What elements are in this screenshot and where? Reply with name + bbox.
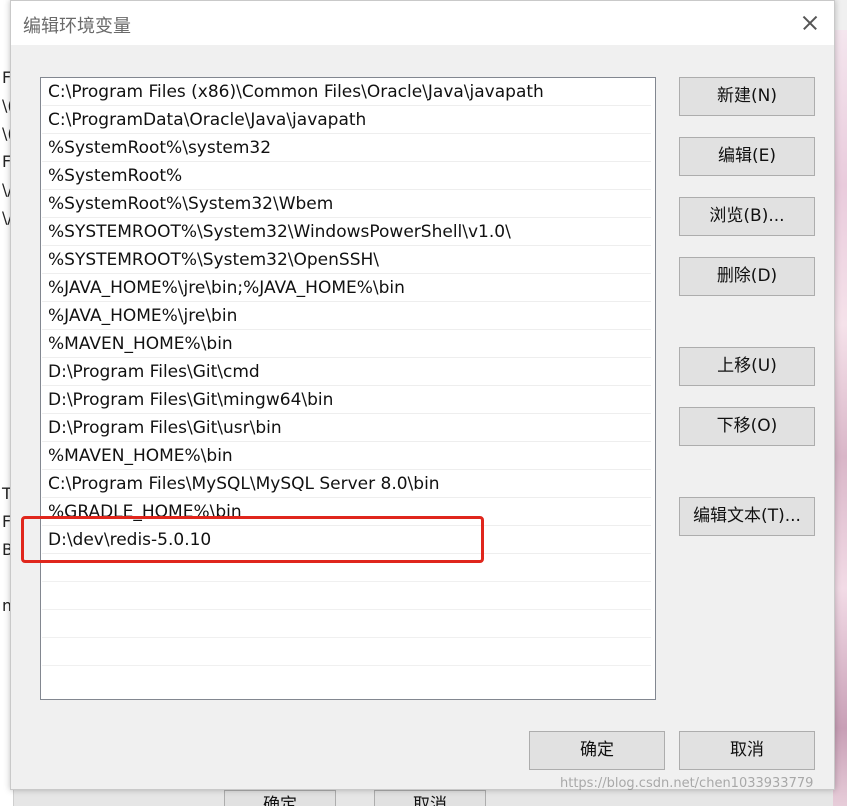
edit-text-button[interactable]: 编辑文本(T)... <box>679 497 815 536</box>
list-item[interactable]: D:\dev\redis-5.0.10 <box>42 526 651 554</box>
list-item[interactable]: %SYSTEMROOT%\System32\WindowsPowerShell\… <box>42 218 651 246</box>
delete-button[interactable]: 删除(D) <box>679 257 815 296</box>
new-button[interactable]: 新建(N) <box>679 77 815 116</box>
list-item[interactable]: %GRADLE_HOME%\bin <box>42 498 651 526</box>
list-item[interactable]: C:\Program Files\MySQL\MySQL Server 8.0\… <box>42 470 651 498</box>
browse-button[interactable]: 浏览(B)... <box>679 197 815 236</box>
list-item[interactable]: %SystemRoot%\System32\Wbem <box>42 190 651 218</box>
empty-row <box>42 638 651 666</box>
list-item[interactable]: C:\Program Files (x86)\Common Files\Orac… <box>42 78 651 106</box>
edit-button[interactable]: 编辑(E) <box>679 137 815 176</box>
desktop-wallpaper <box>833 30 847 806</box>
edit-env-var-dialog: 编辑环境变量 C:\Program Files (x86)\Common Fil… <box>10 0 835 790</box>
empty-row <box>42 610 651 638</box>
list-item[interactable]: D:\Program Files\Git\mingw64\bin <box>42 386 651 414</box>
dialog-title: 编辑环境变量 <box>23 16 131 37</box>
empty-row <box>42 582 651 610</box>
list-item[interactable]: D:\Program Files\Git\usr\bin <box>42 414 651 442</box>
list-item[interactable]: %JAVA_HOME%\jre\bin;%JAVA_HOME%\bin <box>42 274 651 302</box>
empty-row <box>42 554 651 582</box>
list-item[interactable]: %MAVEN_HOME%\bin <box>42 330 651 358</box>
list-item[interactable]: %SYSTEMROOT%\System32\OpenSSH\ <box>42 246 651 274</box>
move-down-button[interactable]: 下移(O) <box>679 407 815 446</box>
path-list[interactable]: C:\Program Files (x86)\Common Files\Orac… <box>40 77 656 700</box>
list-item[interactable]: %SystemRoot% <box>42 162 651 190</box>
move-up-button[interactable]: 上移(U) <box>679 347 815 386</box>
list-item[interactable]: %JAVA_HOME%\jre\bin <box>42 302 651 330</box>
background-cancel-button: 取消 <box>374 790 486 806</box>
list-item[interactable]: %MAVEN_HOME%\bin <box>42 442 651 470</box>
cancel-button[interactable]: 取消 <box>679 731 815 770</box>
ok-button[interactable]: 确定 <box>529 731 665 770</box>
title-bar: 编辑环境变量 <box>11 1 834 45</box>
list-item[interactable]: %SystemRoot%\system32 <box>42 134 651 162</box>
list-item[interactable]: C:\ProgramData\Oracle\Java\javapath <box>42 106 651 134</box>
background-ok-button: 确定 <box>224 790 336 806</box>
close-icon[interactable] <box>792 7 826 39</box>
list-item[interactable]: D:\Program Files\Git\cmd <box>42 358 651 386</box>
watermark: https://blog.csdn.net/chen1033933779 <box>560 776 814 791</box>
